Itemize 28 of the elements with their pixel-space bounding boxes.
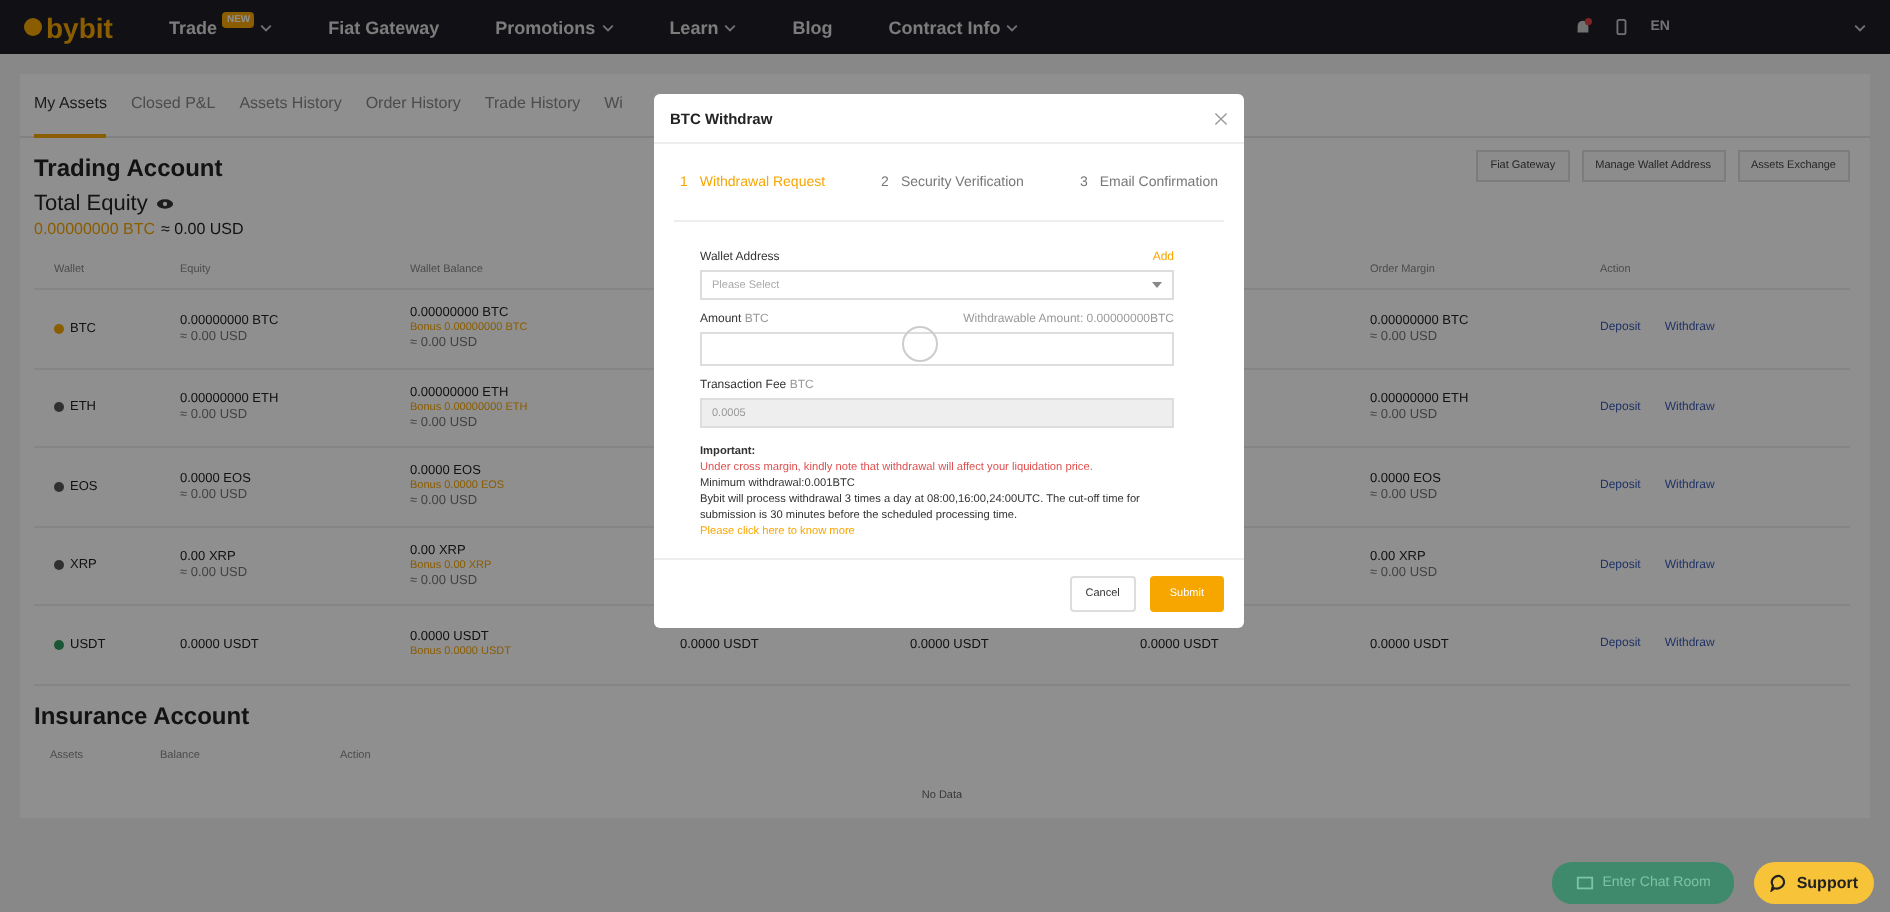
- close-icon[interactable]: [1214, 111, 1228, 125]
- tab[interactable]: Wi: [604, 73, 623, 137]
- total-equity-btc: 0.00000000 BTC: [34, 220, 155, 238]
- tab[interactable]: Assets History: [239, 73, 342, 137]
- nav-menu-item[interactable]: Promotions: [495, 17, 614, 37]
- eye-icon: [155, 198, 174, 210]
- tab[interactable]: Trade History: [484, 73, 581, 137]
- section-title: Trading Account: [34, 154, 223, 182]
- tab[interactable]: Order History: [365, 73, 461, 137]
- logo[interactable]: bybit: [24, 11, 113, 43]
- total-equity-label: Total Equity: [34, 192, 148, 216]
- caret-icon: [1854, 23, 1866, 31]
- tab[interactable]: Closed P&L: [130, 73, 216, 137]
- nav-menu-item[interactable]: Blog: [792, 17, 833, 37]
- phone-icon[interactable]: [1612, 18, 1631, 36]
- nav-menu-item[interactable]: Learn: [669, 17, 737, 37]
- support-button[interactable]: Support: [1754, 862, 1874, 904]
- amount-input[interactable]: [700, 332, 1174, 366]
- loading-spinner-icon: [900, 324, 940, 364]
- nav-menu-item[interactable]: Fiat Gateway: [328, 17, 440, 37]
- speech-bubble-icon: [1770, 874, 1789, 892]
- total-equity-usd: ≈ 0.00 USD: [161, 220, 244, 238]
- chat-window-icon: [1576, 874, 1595, 892]
- nav-menu-item[interactable]: Contract Info: [888, 17, 1019, 37]
- tab[interactable]: My Assets: [34, 73, 107, 137]
- dropdown-caret-icon: [1152, 282, 1162, 288]
- bell-icon[interactable]: [1574, 18, 1593, 36]
- section-title: Insurance Account: [34, 701, 252, 729]
